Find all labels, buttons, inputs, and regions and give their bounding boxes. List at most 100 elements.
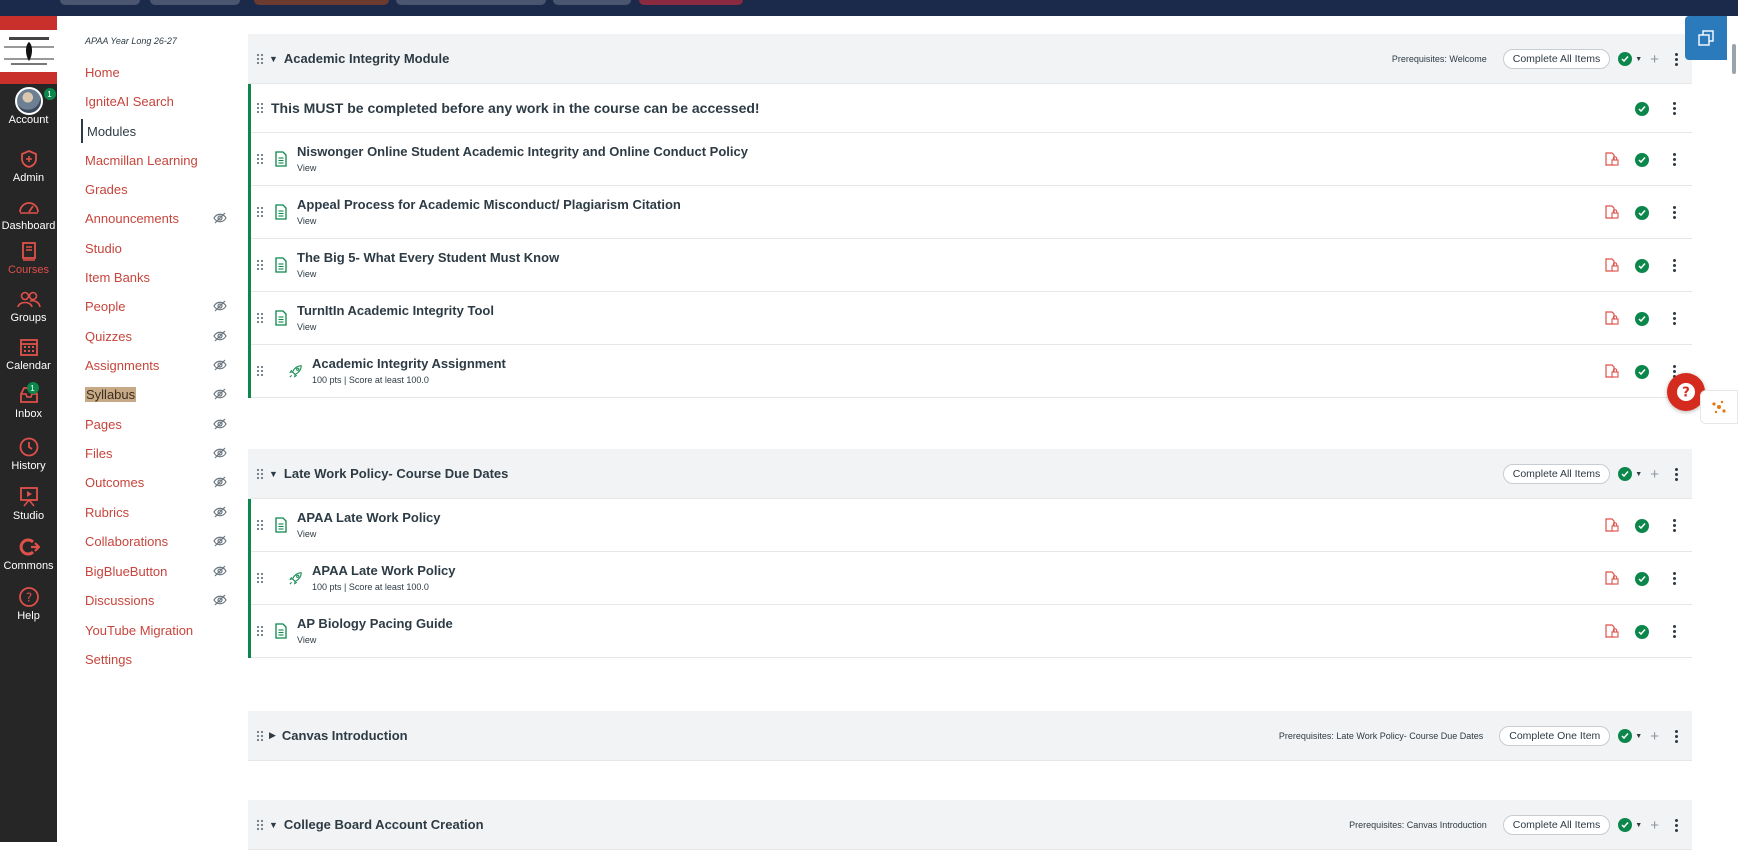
publish-menu-caret-icon[interactable]: ▼ bbox=[1635, 822, 1642, 829]
module-options-kebab-icon[interactable] bbox=[1675, 729, 1678, 743]
module-item-title[interactable]: AP Biology Pacing Guide bbox=[297, 616, 453, 631]
drag-handle-icon[interactable] bbox=[256, 468, 264, 480]
drag-handle-icon[interactable] bbox=[256, 730, 264, 742]
publish-menu-caret-icon[interactable]: ▼ bbox=[1635, 56, 1642, 63]
course-nav-pages[interactable]: Pages bbox=[81, 412, 231, 436]
course-nav-youtube-migration[interactable]: YouTube Migration bbox=[81, 618, 231, 642]
course-nav-quizzes[interactable]: Quizzes bbox=[81, 324, 231, 348]
module-header[interactable]: ▶ Canvas Introduction Prerequisites: Lat… bbox=[248, 711, 1692, 761]
published-check-icon[interactable] bbox=[1635, 258, 1649, 273]
module-item-title[interactable]: Niswonger Online Student Academic Integr… bbox=[297, 144, 748, 159]
global-nav-help[interactable]: ? Help bbox=[0, 584, 57, 632]
blueprint-lock-icon[interactable] bbox=[1605, 624, 1619, 639]
caret-down-icon[interactable]: ▼ bbox=[269, 820, 278, 830]
browser-tab[interactable] bbox=[150, 0, 240, 5]
course-nav-igniteai-search[interactable]: IgniteAI Search bbox=[81, 89, 231, 113]
add-item-plus-icon[interactable]: + bbox=[1650, 818, 1659, 833]
module-options-kebab-icon[interactable] bbox=[1675, 818, 1678, 832]
module-item-title[interactable]: Appeal Process for Academic Misconduct/ … bbox=[297, 197, 681, 212]
published-check-icon[interactable] bbox=[1635, 571, 1649, 586]
course-nav-syllabus[interactable]: Syllabus bbox=[81, 382, 231, 406]
course-nav-settings[interactable]: Settings bbox=[81, 647, 231, 671]
global-nav-admin[interactable]: Admin bbox=[0, 146, 57, 194]
immersive-reader-button[interactable] bbox=[1685, 16, 1727, 60]
module-options-kebab-icon[interactable] bbox=[1675, 467, 1678, 481]
caret-right-icon[interactable]: ▶ bbox=[269, 730, 276, 741]
published-check-icon[interactable] bbox=[1618, 467, 1633, 481]
course-nav-discussions[interactable]: Discussions bbox=[81, 588, 231, 612]
course-nav-item-banks[interactable]: Item Banks bbox=[81, 265, 231, 289]
published-check-icon[interactable] bbox=[1635, 311, 1649, 326]
drag-handle-icon[interactable] bbox=[256, 572, 264, 584]
course-nav-files[interactable]: Files bbox=[81, 441, 231, 465]
published-check-icon[interactable] bbox=[1618, 818, 1633, 832]
blueprint-lock-icon[interactable] bbox=[1605, 152, 1619, 167]
drag-handle-icon[interactable] bbox=[256, 819, 264, 831]
drag-handle-icon[interactable] bbox=[256, 53, 264, 65]
drag-handle-icon[interactable] bbox=[256, 102, 264, 114]
item-options-kebab-icon[interactable] bbox=[1673, 625, 1676, 638]
global-nav-commons[interactable]: Commons bbox=[0, 534, 57, 582]
drag-handle-icon[interactable] bbox=[256, 625, 264, 637]
global-nav-calendar[interactable]: Calendar bbox=[0, 334, 57, 382]
ai-assistant-tab[interactable] bbox=[1700, 390, 1738, 424]
global-nav-history[interactable]: History bbox=[0, 434, 57, 482]
course-nav-rubrics[interactable]: Rubrics bbox=[81, 500, 231, 524]
module-item-title[interactable]: APAA Late Work Policy bbox=[312, 563, 456, 578]
browser-tab[interactable] bbox=[553, 0, 631, 5]
published-check-icon[interactable] bbox=[1635, 624, 1649, 639]
drag-handle-icon[interactable] bbox=[256, 153, 264, 165]
course-nav-assignments[interactable]: Assignments bbox=[81, 353, 231, 377]
blueprint-lock-icon[interactable] bbox=[1605, 518, 1619, 533]
drag-handle-icon[interactable] bbox=[256, 259, 264, 271]
browser-tab[interactable] bbox=[60, 0, 140, 5]
item-options-kebab-icon[interactable] bbox=[1673, 259, 1676, 272]
module-item-title[interactable]: APAA Late Work Policy bbox=[297, 510, 441, 525]
blueprint-lock-icon[interactable] bbox=[1605, 571, 1619, 586]
browser-tab[interactable] bbox=[639, 0, 743, 5]
caret-down-icon[interactable]: ▼ bbox=[269, 54, 278, 64]
module-item-title[interactable]: The Big 5- What Every Student Must Know bbox=[297, 250, 559, 265]
item-options-kebab-icon[interactable] bbox=[1673, 312, 1676, 325]
scrollbar-thumb[interactable] bbox=[1732, 44, 1736, 74]
course-nav-home[interactable]: Home bbox=[81, 60, 231, 84]
course-nav-collaborations[interactable]: Collaborations bbox=[81, 529, 231, 553]
drag-handle-icon[interactable] bbox=[256, 519, 264, 531]
published-check-icon[interactable] bbox=[1635, 518, 1649, 533]
item-options-kebab-icon[interactable] bbox=[1673, 153, 1676, 166]
blueprint-lock-icon[interactable] bbox=[1605, 205, 1619, 220]
module-item-title[interactable]: TurnItIn Academic Integrity Tool bbox=[297, 303, 494, 318]
publish-menu-caret-icon[interactable]: ▼ bbox=[1635, 733, 1642, 740]
drag-handle-icon[interactable] bbox=[256, 365, 264, 377]
browser-tab[interactable] bbox=[254, 0, 389, 5]
page-scrollbar[interactable] bbox=[1730, 44, 1738, 84]
global-nav-dashboard[interactable]: Dashboard bbox=[0, 194, 57, 242]
drag-handle-icon[interactable] bbox=[256, 312, 264, 324]
caret-down-icon[interactable]: ▼ bbox=[269, 469, 278, 479]
blueprint-lock-icon[interactable] bbox=[1605, 311, 1619, 326]
course-nav-people[interactable]: People bbox=[81, 294, 231, 318]
course-nav-macmillan-learning[interactable]: Macmillan Learning bbox=[81, 148, 231, 172]
course-nav-outcomes[interactable]: Outcomes bbox=[81, 470, 231, 494]
item-options-kebab-icon[interactable] bbox=[1673, 519, 1676, 532]
global-nav-studio[interactable]: Studio bbox=[0, 484, 57, 532]
published-check-icon[interactable] bbox=[1635, 364, 1649, 379]
global-nav-account[interactable]: 1 Account bbox=[0, 87, 57, 136]
school-logo[interactable] bbox=[0, 16, 57, 84]
drag-handle-icon[interactable] bbox=[256, 206, 264, 218]
item-options-kebab-icon[interactable] bbox=[1673, 102, 1676, 115]
module-header[interactable]: ▼ Late Work Policy- Course Due Dates Com… bbox=[248, 449, 1692, 499]
module-item-title[interactable]: Academic Integrity Assignment bbox=[312, 356, 506, 371]
global-nav-courses[interactable]: Courses bbox=[0, 238, 57, 286]
published-check-icon[interactable] bbox=[1635, 152, 1649, 167]
published-check-icon[interactable] bbox=[1635, 205, 1649, 220]
course-nav-grades[interactable]: Grades bbox=[81, 177, 231, 201]
course-nav-modules[interactable]: Modules bbox=[81, 119, 231, 143]
blueprint-lock-icon[interactable] bbox=[1605, 258, 1619, 273]
course-nav-bigbluebutton[interactable]: BigBlueButton bbox=[81, 559, 231, 583]
blueprint-lock-icon[interactable] bbox=[1605, 364, 1619, 379]
published-check-icon[interactable] bbox=[1635, 101, 1649, 116]
course-nav-announcements[interactable]: Announcements bbox=[81, 206, 231, 230]
item-options-kebab-icon[interactable] bbox=[1673, 206, 1676, 219]
item-options-kebab-icon[interactable] bbox=[1673, 572, 1676, 585]
